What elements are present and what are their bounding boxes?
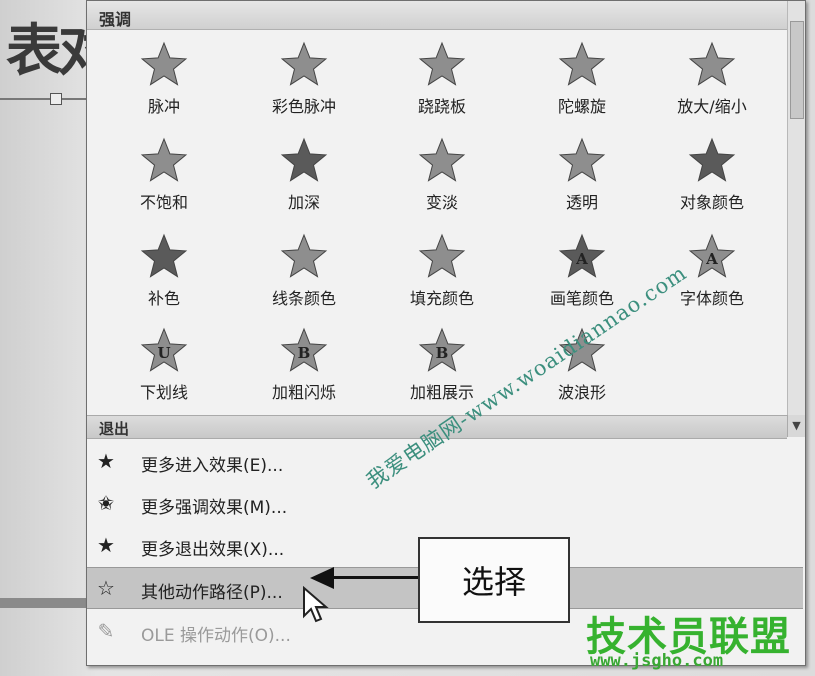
- star-pulse-icon: [140, 41, 188, 86]
- star-teeter-icon: [418, 41, 466, 86]
- effect-item[interactable]: U 下划线: [99, 317, 229, 409]
- effect-item[interactable]: 线条颜色: [239, 223, 369, 315]
- star-motion-path-icon: ☆: [97, 576, 115, 600]
- effect-glyph: B: [298, 344, 311, 362]
- star-object-color-icon: [688, 137, 736, 182]
- effect-label: 陀螺旋: [557, 97, 606, 116]
- star-transparency-icon: [558, 137, 606, 182]
- effect-item[interactable]: 透明: [517, 127, 647, 219]
- effect-item[interactable]: 跷跷板: [377, 31, 507, 123]
- effect-label: 加粗闪烁: [271, 383, 336, 402]
- effect-label: 下划线: [139, 383, 188, 402]
- star-darken-icon: [280, 137, 328, 182]
- star-lighten-icon: [418, 137, 466, 182]
- star-bold-flash-icon: B: [280, 327, 328, 372]
- star-grow-shrink-icon: [688, 41, 736, 86]
- effect-label: 跷跷板: [417, 97, 466, 116]
- effect-item[interactable]: 加深: [239, 127, 369, 219]
- emphasis-section-title: 强调: [99, 10, 132, 29]
- emphasis-section-header: 强调: [87, 1, 787, 30]
- effect-item[interactable]: 补色: [99, 223, 229, 315]
- effect-glyph: A: [575, 250, 588, 268]
- star-spin-icon: [558, 41, 606, 86]
- background-bar: [0, 598, 90, 608]
- exit-section-title: 退出: [99, 420, 130, 438]
- star-complementary-color-icon: [140, 233, 188, 278]
- star-font-color-icon: A: [688, 233, 736, 278]
- effect-label: 不饱和: [139, 193, 188, 212]
- ruler-line: [0, 98, 90, 100]
- menu-item-label: 更多进入效果(E)...: [141, 456, 284, 476]
- star-fill-color-icon: [418, 233, 466, 278]
- effect-label: 加深: [287, 193, 320, 212]
- effect-item[interactable]: 放大/缩小: [647, 31, 777, 123]
- expand-gallery-arrow-icon[interactable]: ▼: [787, 415, 805, 437]
- effect-item[interactable]: 不饱和: [99, 127, 229, 219]
- star-entrance-icon: ★: [97, 449, 115, 473]
- watermark-domain: www.jsgho.com: [590, 651, 724, 671]
- effect-item[interactable]: 对象颜色: [647, 127, 777, 219]
- effect-label: 线条颜色: [271, 289, 336, 308]
- more-emphasis-effects-item[interactable]: ✬ 更多强调效果(M)...: [87, 483, 803, 523]
- callout-arrowhead-icon: [310, 567, 334, 589]
- effect-label: 脉冲: [147, 97, 180, 116]
- effect-label: 补色: [147, 289, 180, 308]
- star-brush-color-icon: A: [558, 233, 606, 278]
- effect-label: 变淡: [425, 193, 458, 212]
- gallery-scrollbar[interactable]: ▼: [787, 1, 805, 437]
- callout-pointer-line: [330, 576, 418, 579]
- emphasis-effects-gallery: 脉冲 彩色脉冲 跷跷板 陀螺旋 放大/缩小不饱和 加深 变淡 透明 对象颜色补色 线条颜色 填充颜色…: [87, 31, 787, 415]
- effect-label: 对象颜色: [679, 193, 744, 212]
- callout-box: 选择: [418, 537, 570, 623]
- menu-item-label: OLE 操作动作(O)...: [141, 626, 291, 646]
- menu-item-label: 更多强调效果(M)...: [141, 498, 288, 518]
- effect-item[interactable]: B 加粗闪烁: [239, 317, 369, 409]
- effect-glyph: A: [705, 250, 718, 268]
- effect-label: 彩色脉冲: [271, 97, 336, 116]
- effect-item[interactable]: 陀螺旋: [517, 31, 647, 123]
- menu-item-label: 其他动作路径(P)...: [141, 583, 283, 603]
- menu-item-label: 更多退出效果(X)...: [141, 540, 285, 560]
- star-bold-reveal-icon: B: [418, 327, 466, 372]
- effect-label: 透明: [565, 193, 598, 212]
- pencil-icon: ✎: [97, 619, 115, 643]
- mouse-cursor-icon: [303, 586, 329, 623]
- star-emphasis-icon: ✬: [97, 491, 115, 515]
- star-line-color-icon: [280, 233, 328, 278]
- ruler-handle[interactable]: [50, 93, 62, 105]
- effect-item[interactable]: 脉冲: [99, 31, 229, 123]
- star-exit-icon: ★: [97, 533, 115, 557]
- effect-item[interactable]: 变淡: [377, 127, 507, 219]
- star-underline-icon: U: [140, 327, 188, 372]
- scrollbar-thumb[interactable]: [790, 21, 804, 119]
- star-color-pulse-icon: [280, 41, 328, 86]
- effect-glyph: U: [157, 344, 170, 362]
- effect-label: 放大/缩小: [677, 97, 747, 116]
- effect-glyph: B: [436, 344, 449, 362]
- effect-item[interactable]: 彩色脉冲: [239, 31, 369, 123]
- effect-label: 填充颜色: [409, 289, 474, 308]
- callout-label: 选择: [461, 563, 526, 601]
- effect-item[interactable]: 填充颜色: [377, 223, 507, 315]
- star-desaturate-icon: [140, 137, 188, 182]
